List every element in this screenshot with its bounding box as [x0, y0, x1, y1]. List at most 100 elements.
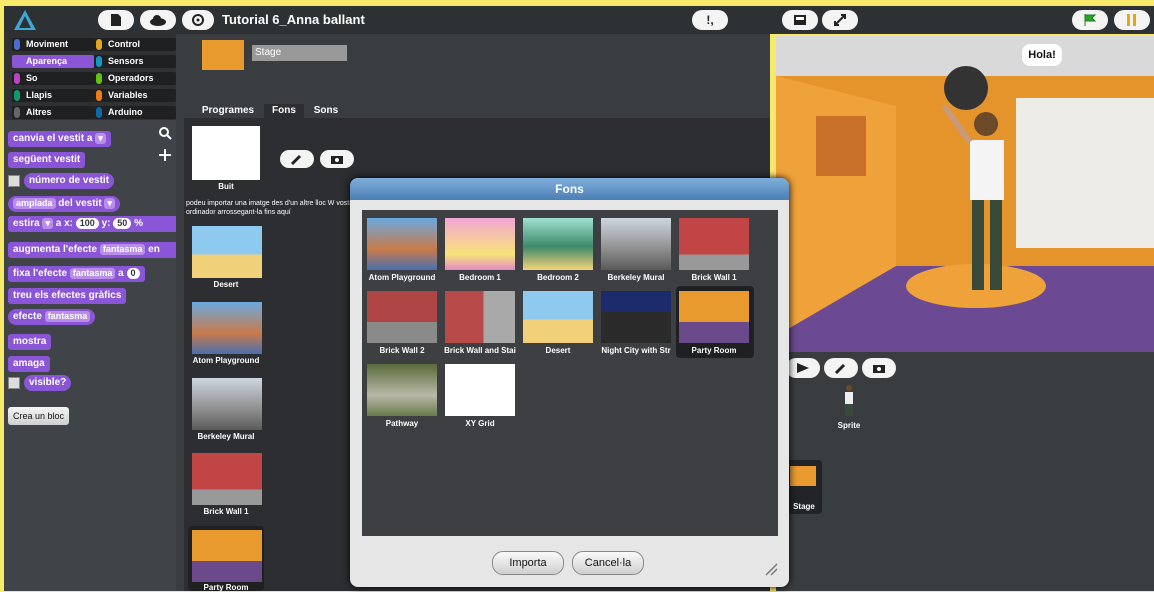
- block-label: canvia el vestit a: [13, 133, 93, 144]
- resize-handle-icon[interactable]: [764, 562, 778, 576]
- library-item-label: Night City with Str: [601, 346, 671, 355]
- effect-dropdown[interactable]: fantasma: [69, 268, 116, 279]
- tab-sounds[interactable]: Sons: [306, 104, 346, 118]
- costume-dropdown[interactable]: ▾: [95, 133, 106, 144]
- library-item-thumb[interactable]: [523, 218, 593, 270]
- fullscreen-button[interactable]: [822, 10, 858, 30]
- effect-dropdown[interactable]: fantasma: [44, 311, 91, 322]
- category-label: Aparença: [26, 56, 68, 66]
- backdrop-thumb-party-room[interactable]: [192, 530, 262, 582]
- block-stretch[interactable]: estira ▾ a x: 100 y: 50 %: [8, 216, 178, 232]
- search-blocks-icon[interactable]: [158, 126, 172, 140]
- category-llapis[interactable]: Llapis: [12, 89, 94, 102]
- import-button[interactable]: Importa: [492, 551, 564, 575]
- library-item-thumb[interactable]: [445, 364, 515, 416]
- camera-sprite-button[interactable]: [862, 358, 896, 378]
- library-item-label: Party Room: [691, 346, 737, 355]
- library-item-thumb[interactable]: [445, 218, 515, 270]
- library-item-thumb[interactable]: [367, 291, 437, 343]
- stage-size-icon: [794, 15, 806, 25]
- dialog-title[interactable]: Fons: [350, 178, 789, 200]
- block-costume-number[interactable]: número de vestit: [24, 173, 115, 189]
- dancer-sprite[interactable]: [936, 96, 1026, 311]
- category-aparença[interactable]: Aparença: [12, 55, 94, 68]
- category-color-swatch: [96, 90, 102, 101]
- library-item-thumb[interactable]: [445, 291, 515, 343]
- effect-dropdown[interactable]: fantasma: [99, 244, 146, 255]
- hint-button[interactable]: !,: [692, 10, 728, 30]
- costume-dropdown[interactable]: ▾: [104, 198, 115, 209]
- block-width-of-costume[interactable]: amplada del vestit ▾: [8, 196, 120, 212]
- library-item-label: Berkeley Mural: [607, 273, 665, 282]
- library-item-thumb[interactable]: [367, 218, 437, 270]
- block-palette: canvia el vestit a ▾ següent vestit núme…: [4, 120, 182, 591]
- block-effect-reporter[interactable]: efecte fantasma: [8, 309, 96, 325]
- category-operadors[interactable]: Operadors: [94, 72, 176, 85]
- sprite-thumbnail[interactable]: [842, 384, 856, 418]
- backdrop-thumb-brick-wall-1[interactable]: [192, 453, 262, 505]
- block-switch-costume[interactable]: canvia el vestit a ▾: [8, 131, 111, 147]
- block-label: treu els efectes gràfics: [13, 290, 122, 301]
- block-visible[interactable]: visible?: [24, 375, 72, 391]
- category-arduino[interactable]: Arduino: [94, 106, 176, 119]
- backdrop-thumb-atom-playground[interactable]: [192, 302, 262, 354]
- paintbrush-icon: [290, 154, 302, 166]
- file-button[interactable]: [98, 10, 134, 30]
- library-item-thumb[interactable]: [523, 291, 593, 343]
- camera-backdrop-button[interactable]: [320, 150, 354, 168]
- pause-button[interactable]: [1114, 10, 1150, 30]
- block-set-effect[interactable]: fixa l'efecte fantasma a 0: [8, 266, 145, 282]
- attribute-dropdown[interactable]: amplada: [13, 198, 56, 209]
- library-item-thumb[interactable]: [679, 218, 749, 270]
- effect-value-input[interactable]: 0: [126, 268, 140, 279]
- cancel-button[interactable]: Cancel·la: [572, 551, 644, 575]
- category-so[interactable]: So: [12, 72, 94, 85]
- category-variables[interactable]: Variables: [94, 89, 176, 102]
- category-color-swatch: [14, 56, 20, 67]
- tab-backdrops[interactable]: Fons: [264, 104, 304, 118]
- block-hide[interactable]: amaga: [8, 356, 50, 372]
- settings-button[interactable]: [182, 10, 214, 30]
- library-item-label: Bedroom 1: [459, 273, 501, 282]
- green-flag-button[interactable]: [1072, 10, 1108, 30]
- library-item-thumb[interactable]: [367, 364, 437, 416]
- paint-backdrop-button[interactable]: [280, 150, 314, 168]
- category-altres[interactable]: Altres: [12, 106, 94, 119]
- library-item-thumb[interactable]: [679, 291, 749, 343]
- visible-checkbox[interactable]: [8, 377, 20, 389]
- y-input[interactable]: 50: [113, 218, 132, 229]
- zoom-blocks-icon[interactable]: [158, 148, 172, 162]
- backdrops-dialog: Fons Importa Cancel·la Atom Playground Be…: [350, 178, 789, 587]
- stage[interactable]: Hola!: [776, 36, 1154, 352]
- block-change-effect[interactable]: augmenta l'efecte fantasma en: [8, 242, 182, 258]
- category-label: Altres: [26, 107, 52, 117]
- cloud-button[interactable]: [140, 10, 176, 30]
- category-label: Sensors: [108, 56, 144, 66]
- stretch-dropdown[interactable]: ▾: [42, 218, 53, 229]
- category-control[interactable]: Control: [94, 38, 176, 51]
- paint-sprite-button[interactable]: [824, 358, 858, 378]
- category-moviment[interactable]: Moviment: [12, 38, 94, 51]
- sprite-label: Sprite: [837, 421, 861, 430]
- x-input[interactable]: 100: [75, 218, 99, 229]
- library-item-thumb[interactable]: [601, 291, 671, 343]
- backdrop-thumb-berkeley-mural[interactable]: [192, 378, 262, 430]
- stage-thumbnail: [202, 40, 244, 70]
- normal-stage-button[interactable]: [782, 10, 818, 30]
- category-sensors[interactable]: Sensors: [94, 55, 176, 68]
- backdrop-thumb-empty[interactable]: [192, 126, 260, 180]
- snap-logo-icon[interactable]: [12, 8, 38, 32]
- library-item-label: XY Grid: [465, 419, 495, 428]
- block-clear-effects[interactable]: treu els efectes gràfics: [8, 288, 127, 304]
- backdrop-thumb-desert[interactable]: [192, 226, 262, 278]
- make-block-button[interactable]: Crea un bloc: [8, 407, 70, 425]
- block-next-costume[interactable]: següent vestit: [8, 152, 86, 168]
- costume-number-checkbox[interactable]: [8, 175, 20, 187]
- backdrop-label: Desert: [213, 280, 239, 289]
- block-label: efecte: [13, 311, 42, 322]
- block-show[interactable]: mostra: [8, 334, 52, 350]
- stage-name-field[interactable]: Stage: [252, 45, 347, 61]
- tab-scripts[interactable]: Programes: [194, 104, 262, 119]
- library-item-thumb[interactable]: [601, 218, 671, 270]
- turtle-button[interactable]: [786, 358, 820, 378]
